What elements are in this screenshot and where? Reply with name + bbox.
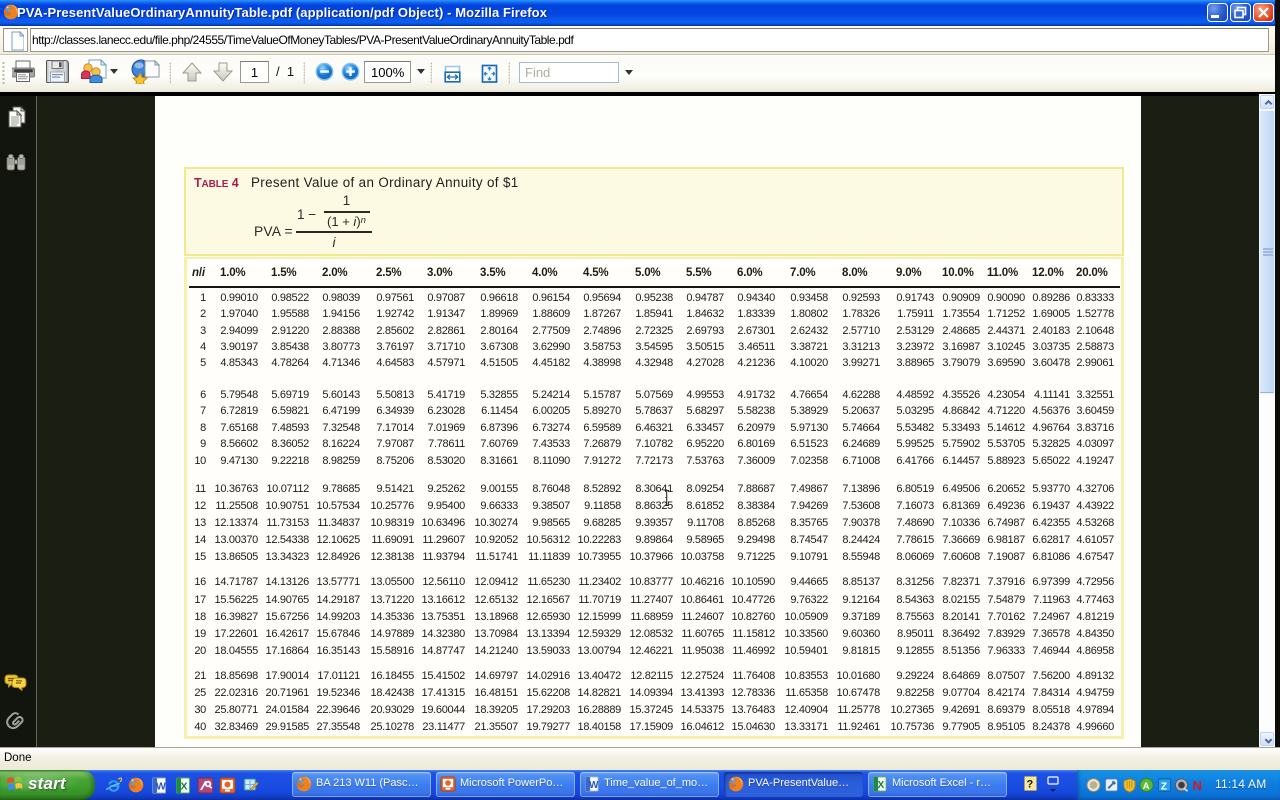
svg-text:A: A xyxy=(1143,781,1150,791)
svg-text:X: X xyxy=(181,781,188,793)
svg-text:W: W xyxy=(589,780,599,791)
svg-text:N: N xyxy=(1192,778,1201,793)
svg-text:?: ? xyxy=(1027,779,1034,791)
svg-text:X: X xyxy=(878,780,885,791)
svg-text:Z: Z xyxy=(1161,781,1167,792)
svg-text:W: W xyxy=(156,781,166,793)
